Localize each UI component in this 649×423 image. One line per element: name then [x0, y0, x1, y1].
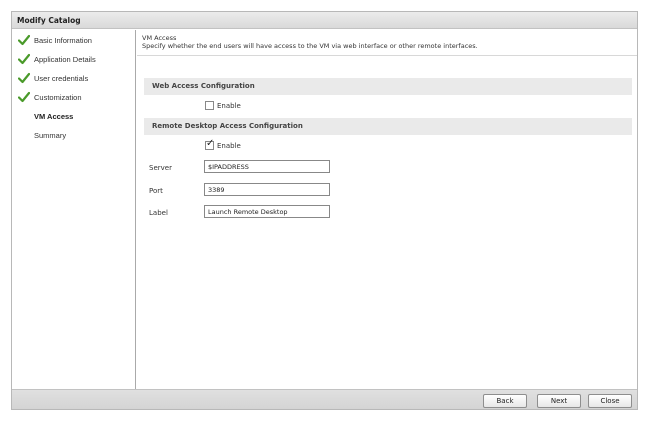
step-basic-information[interactable]: Basic Information [12, 32, 135, 50]
step-application-details[interactable]: Application Details [12, 51, 135, 69]
check-icon [18, 91, 30, 103]
remote-desktop-heading: Remote Desktop Access Configuration [152, 122, 303, 130]
label-input[interactable] [204, 205, 330, 218]
step-label: Summary [34, 131, 67, 140]
remote-desktop-section-header: Remote Desktop Access Configuration [144, 118, 632, 135]
step-customization[interactable]: Customization [12, 89, 135, 107]
remote-desktop-enable-checkbox[interactable]: ✓ [205, 138, 215, 150]
web-access-enable-checkbox[interactable] [205, 101, 214, 110]
checkmark-icon: ✓ [206, 138, 215, 149]
wizard-steps-sidebar: Basic Information Application Details Us… [12, 30, 136, 389]
port-label: Port [149, 187, 163, 195]
vm-access-panel: VM Access Specify whether the end users … [137, 30, 637, 389]
web-access-heading: Web Access Configuration [152, 82, 255, 90]
port-input[interactable] [204, 183, 330, 196]
check-icon [18, 53, 30, 65]
dialog-footer: Back Next Close [12, 389, 637, 409]
dialog-titlebar: Modify Catalog [12, 12, 637, 29]
check-icon [18, 34, 30, 46]
close-button[interactable]: Close [588, 394, 632, 408]
remote-desktop-enable-label: Enable [217, 142, 241, 150]
modify-catalog-dialog: Modify Catalog Basic Information Applica… [11, 11, 638, 410]
web-access-enable-label: Enable [217, 102, 241, 110]
step-vm-access[interactable]: VM Access [12, 108, 135, 126]
step-label: Application Details [34, 55, 96, 64]
step-label: VM Access [34, 112, 74, 121]
server-label: Server [149, 164, 172, 172]
label-label: Label [149, 209, 168, 217]
web-access-section-header: Web Access Configuration [144, 78, 632, 95]
step-user-credentials[interactable]: User credentials [12, 70, 135, 88]
dialog-title: Modify Catalog [17, 16, 81, 25]
next-button[interactable]: Next [537, 394, 581, 408]
header-divider [137, 55, 637, 56]
panel-title: VM Access [142, 34, 177, 42]
check-icon [18, 72, 30, 84]
back-button[interactable]: Back [483, 394, 527, 408]
panel-description: Specify whether the end users will have … [142, 42, 478, 50]
server-input[interactable] [204, 160, 330, 173]
step-label: Customization [34, 93, 82, 102]
step-summary[interactable]: Summary [12, 127, 135, 145]
step-label: Basic Information [34, 36, 92, 45]
step-label: User credentials [34, 74, 89, 83]
